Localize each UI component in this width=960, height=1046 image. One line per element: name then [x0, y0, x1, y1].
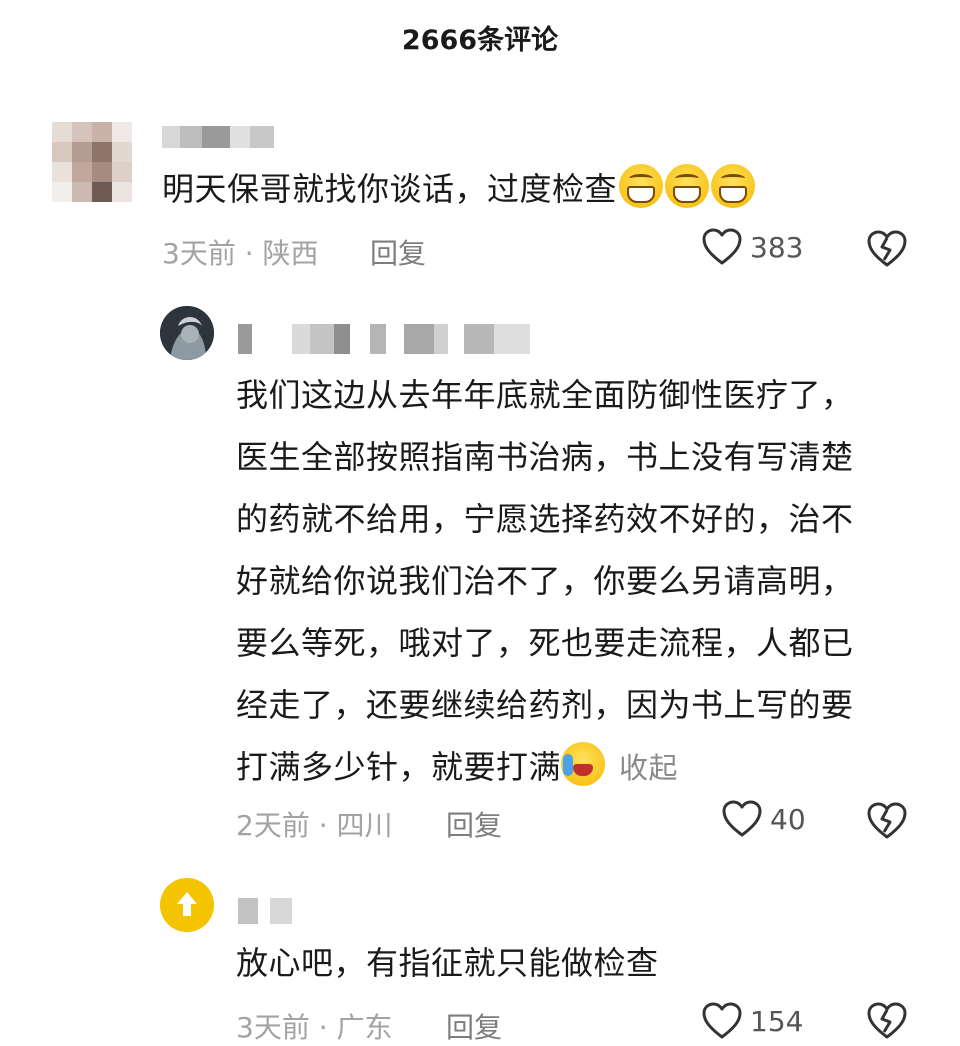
comments-header-title: 2666条评论: [401, 25, 559, 56]
comment-3-like-count: 154: [750, 1004, 804, 1038]
comment-1-dislike-button[interactable]: [866, 230, 908, 268]
comment-1-like-button[interactable]: 383: [702, 228, 803, 266]
grinning-face-icon: [711, 164, 756, 208]
comment-1-text: 明天保哥就找你谈话，过度检查: [162, 158, 862, 220]
comment-2-username[interactable]: [238, 324, 538, 354]
comment-2-text: 我们这边从去年年底就全面防御性医疗了， 医生全部按照指南书治病，书上没有写清楚 …: [236, 364, 936, 799]
comment-3-like-button[interactable]: 154: [702, 1002, 803, 1040]
comment-1-time-location: 3天前 · 陕西: [162, 237, 319, 270]
comment-2-reply-button[interactable]: 回复: [446, 804, 502, 844]
comment-3-avatar[interactable]: [160, 878, 214, 932]
comment-2-line-1: 我们这边从去年年底就全面防御性医疗了，: [236, 376, 854, 414]
comment-2-avatar[interactable]: [160, 306, 214, 360]
comment-2-line-3: 的药就不给用，宁愿选择药效不好的，治不: [236, 500, 854, 538]
comment-2-like-button[interactable]: 40: [722, 800, 806, 838]
grinning-face-icon: [619, 164, 664, 208]
comment-2-line-4: 好就给你说我们治不了，你要么另请高明，: [236, 562, 854, 600]
comment-2-line-7: 打满多少针，就要打满: [236, 748, 562, 786]
heart-outline-icon: [702, 228, 742, 266]
comment-2-like-count: 40: [770, 802, 806, 836]
comment-1-username[interactable]: [162, 126, 292, 148]
comment-3-dislike-button[interactable]: [866, 1002, 908, 1040]
grinning-face-icon: [665, 164, 710, 208]
broken-heart-icon: [867, 1002, 907, 1039]
comment-3-username[interactable]: [238, 898, 308, 924]
heart-outline-icon: [702, 1002, 742, 1040]
comment-3-time-location: 3天前 · 广东: [236, 1011, 393, 1044]
broken-heart-icon: [867, 230, 907, 267]
comment-1-reply-button[interactable]: 回复: [370, 232, 426, 272]
arrow-up-icon: [160, 878, 214, 932]
comment-3-text: 放心吧，有指征就只能做检查: [236, 944, 659, 982]
comment-2-line-5: 要么等死，哦对了，死也要走流程，人都已: [236, 624, 854, 662]
comment-1-like-count: 383: [750, 230, 804, 264]
comment-1-avatar[interactable]: [52, 122, 132, 202]
heart-outline-icon: [722, 800, 762, 838]
comment-2-line-6: 经走了，还要继续给药剂，因为书上写的要: [236, 686, 854, 724]
crying-laughing-face-icon: [561, 742, 606, 786]
broken-heart-icon: [867, 802, 907, 839]
collapse-button[interactable]: 收起: [619, 751, 678, 785]
comment-2-dislike-button[interactable]: [866, 802, 908, 840]
comment-2-line-2: 医生全部按照指南书治病，书上没有写清楚: [236, 438, 854, 476]
comment-3-reply-button[interactable]: 回复: [446, 1006, 502, 1046]
comment-2-time-location: 2天前 · 四川: [236, 809, 393, 842]
comment-1-text-content: 明天保哥就找你谈话，过度检查: [162, 170, 618, 208]
